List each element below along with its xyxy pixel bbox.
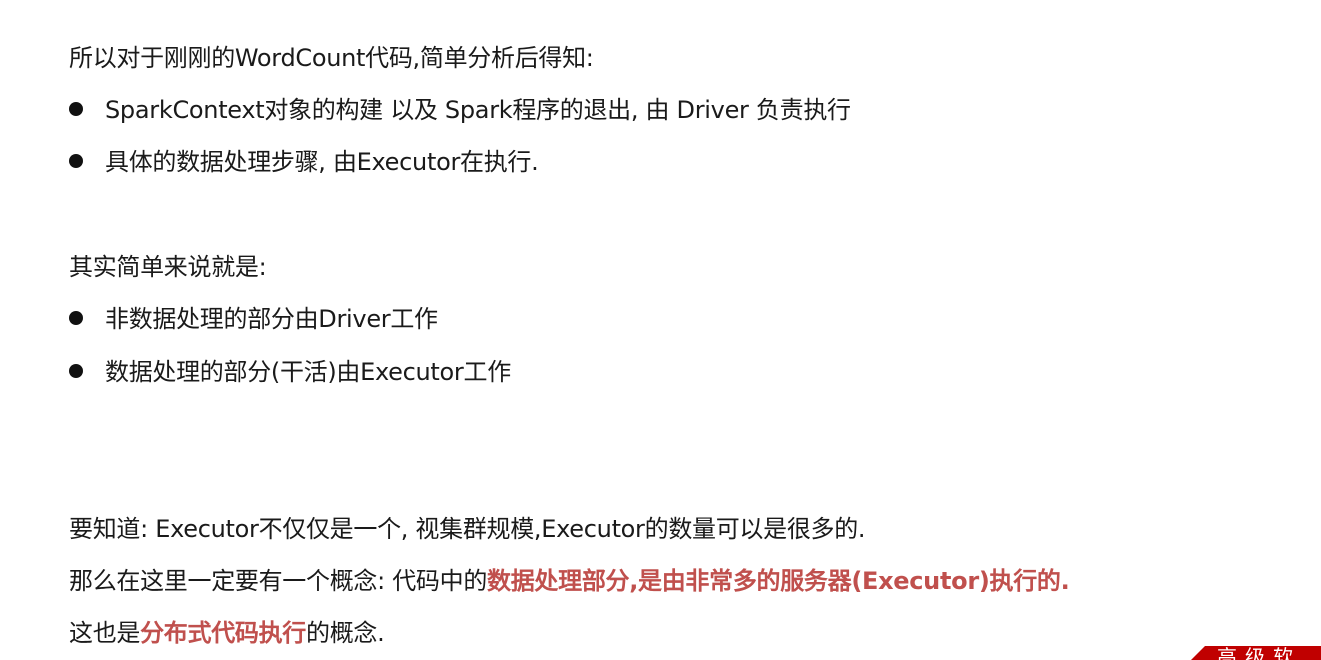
intro-text: 所以对于刚刚的WordCount代码,简单分析后得知: [69,44,594,72]
bullet-text: 数据处理的部分(干活)由Executor工作 [105,358,511,386]
bullet-text: 具体的数据处理步骤, 由Executor在执行. [105,148,539,176]
document-page: 所以对于刚刚的WordCount代码,简单分析后得知: SparkContext… [0,0,1321,660]
summary-bullet-1: 非数据处理的部分由Driver工作 [69,303,438,335]
corner-banner-slant [1191,646,1205,660]
corner-banner-text: 高级软 [1217,646,1301,660]
distributed-prefix: 这也是 [69,619,141,647]
bullet-dot-icon [69,311,83,325]
bullet-text: 非数据处理的部分由Driver工作 [105,305,438,333]
summary-intro-text: 其实简单来说就是: [69,253,267,281]
concept-text: 那么在这里一定要有一个概念: 代码中的数据处理部分,是由非常多的服务器(Exec… [69,565,1070,597]
distributed-suffix: 的概念. [306,619,385,647]
bullet-text: SparkContext对象的构建 以及 Spark程序的退出, 由 Drive… [105,96,851,124]
distributed-text: 这也是分布式代码执行的概念. [69,617,385,649]
analysis-bullet-1: SparkContext对象的构建 以及 Spark程序的退出, 由 Drive… [69,94,851,126]
bullet-dot-icon [69,154,83,168]
bullet-dot-icon [69,102,83,116]
summary-bullet-2: 数据处理的部分(干活)由Executor工作 [69,356,511,388]
bullet-dot-icon [69,364,83,378]
corner-banner: 高级软 [1191,646,1321,660]
analysis-bullet-2: 具体的数据处理步骤, 由Executor在执行. [69,146,539,178]
distributed-highlight: 分布式代码执行 [140,619,307,647]
note-text: 要知道: Executor不仅仅是一个, 视集群规模,Executor的数量可以… [69,515,866,543]
concept-highlight: 数据处理部分,是由非常多的服务器(Executor)执行的. [487,567,1070,595]
concept-prefix: 那么在这里一定要有一个概念: 代码中的 [69,567,488,595]
